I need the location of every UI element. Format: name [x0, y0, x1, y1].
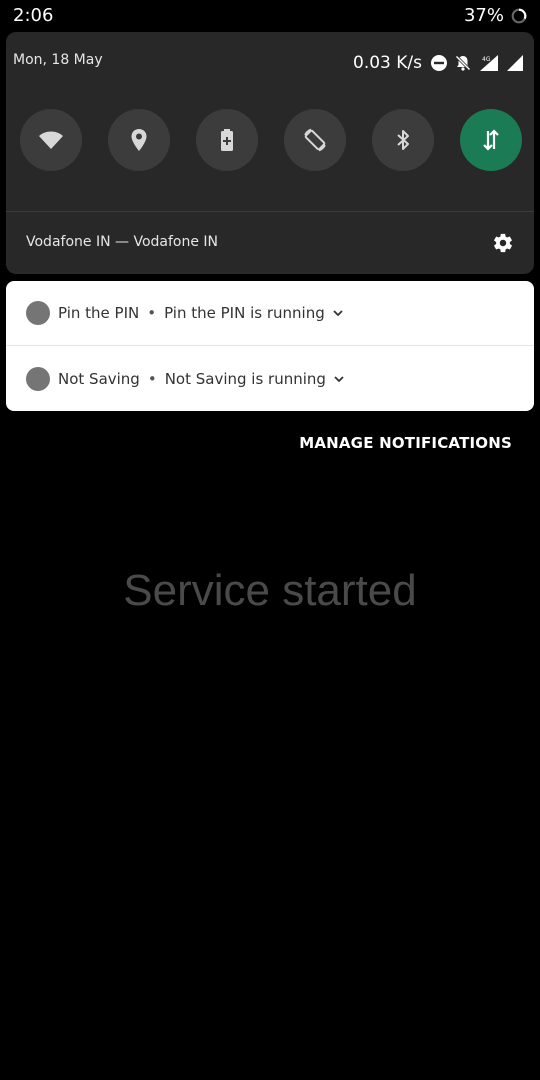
chevron-down-icon[interactable]: [332, 372, 346, 386]
notification-message: Pin the PIN is running: [164, 304, 325, 322]
net-speed: 0.03 K/s: [353, 53, 422, 73]
status-time: 2:06: [13, 5, 54, 26]
qs-header-status: 0.03 K/s 4G: [353, 53, 524, 73]
tile-location[interactable]: [108, 109, 170, 171]
notification-item[interactable]: Not Saving • Not Saving is running: [6, 346, 534, 411]
chevron-down-icon[interactable]: [331, 306, 345, 320]
qs-date[interactable]: Mon, 18 May: [13, 52, 103, 68]
tile-auto-rotate[interactable]: [284, 109, 346, 171]
notification-card: Pin the PIN • Pin the PIN is running Not…: [6, 281, 534, 411]
svg-text:4G: 4G: [482, 56, 491, 63]
tile-battery-saver[interactable]: [196, 109, 258, 171]
battery-percentage: 37%: [463, 5, 504, 26]
qs-divider: [6, 211, 534, 212]
notification-message: Not Saving is running: [164, 369, 326, 388]
bluetooth-icon: [397, 130, 409, 150]
wifi-icon: [39, 131, 63, 149]
battery-ring-icon: [511, 8, 527, 23]
app-icon: [26, 366, 50, 391]
location-pin-icon: [131, 129, 147, 151]
notification-header: Not Saving • Not Saving is running: [58, 370, 346, 388]
separator-dot: •: [147, 304, 157, 322]
status-bar: 2:06 37%: [0, 0, 540, 32]
notifications-off-icon: [454, 54, 472, 72]
battery-saver-icon: [221, 129, 233, 151]
signal-icon: [507, 55, 523, 71]
service-started-text: Service started: [123, 566, 417, 615]
status-right: 37%: [464, 5, 528, 26]
quick-settings-tiles: [20, 109, 522, 171]
settings-gear-icon[interactable]: [492, 232, 514, 254]
app-icon: [26, 301, 50, 325]
data-arrows-icon: [483, 129, 499, 151]
quick-settings-panel: Mon, 18 May 0.03 K/s 4G Vodafone IN — Vo…: [6, 32, 534, 274]
notification-app-name: Not Saving: [58, 369, 140, 388]
manage-notifications-button[interactable]: MANAGE NOTIFICATIONS: [299, 434, 512, 452]
separator-dot: •: [147, 369, 157, 388]
tile-wifi[interactable]: [20, 109, 82, 171]
dnd-icon: [431, 55, 447, 71]
tile-bluetooth[interactable]: [372, 109, 434, 171]
signal-4g-icon: 4G: [480, 55, 498, 71]
carrier-label: Vodafone IN — Vodafone IN: [26, 234, 219, 250]
notification-header: Pin the PIN • Pin the PIN is running: [58, 304, 345, 322]
notification-item[interactable]: Pin the PIN • Pin the PIN is running: [6, 281, 534, 346]
notification-app-name: Pin the PIN: [58, 304, 140, 322]
tile-mobile-data[interactable]: [460, 109, 522, 171]
auto-rotate-icon: [304, 128, 326, 152]
